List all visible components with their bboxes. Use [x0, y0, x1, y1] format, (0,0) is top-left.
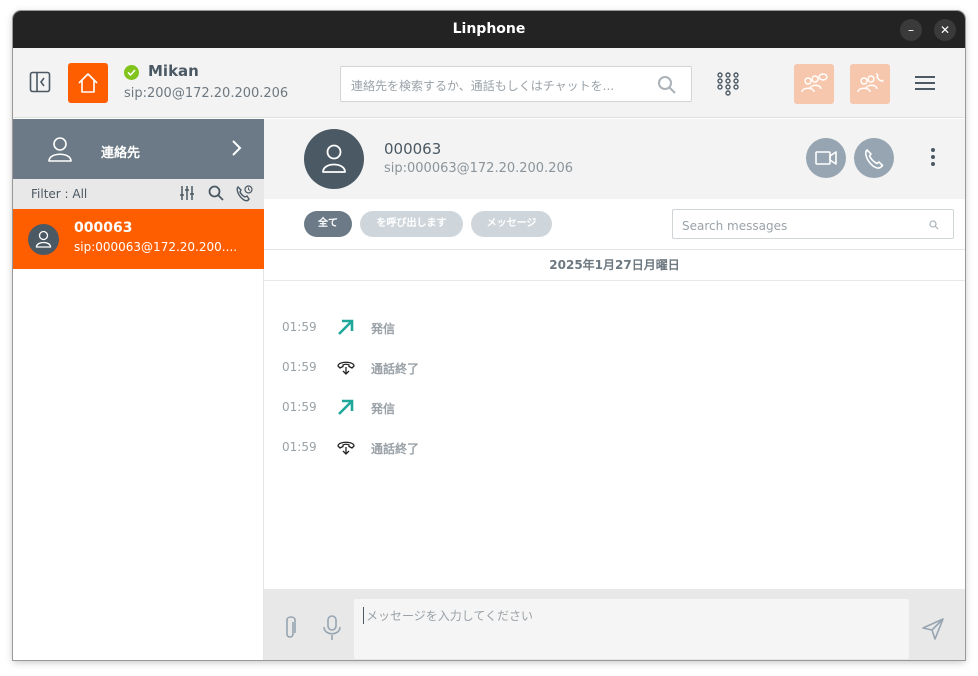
- call-event: 01:59 通話終了: [264, 435, 965, 459]
- contact-list-item[interactable]: 000063 sip:000063@172.20.200....: [13, 209, 264, 269]
- date-separator: 2025年1月27日月曜日: [264, 250, 965, 281]
- video-call-button[interactable]: [806, 138, 846, 178]
- message-input[interactable]: メッセージを入力してください: [354, 599, 909, 659]
- call-ended-icon: [337, 441, 355, 455]
- conference-call-icon: [857, 73, 884, 93]
- audio-call-button[interactable]: [854, 138, 894, 178]
- dialpad-icon[interactable]: [716, 72, 740, 96]
- filter-label[interactable]: Filter : All: [31, 187, 87, 201]
- send-icon[interactable]: [921, 617, 945, 641]
- message-placeholder: メッセージを入力してください: [363, 607, 533, 624]
- tab-calls[interactable]: を呼び出します: [360, 211, 463, 237]
- linphone-window: Linphone – ✕ Mikan sip:200@172.20.200.20…: [13, 11, 965, 660]
- title-bar: Linphone – ✕: [13, 11, 965, 48]
- conference-chat-button[interactable]: [794, 64, 834, 104]
- top-toolbar: Mikan sip:200@172.20.200.206 連絡先を検索するか、通…: [13, 48, 965, 118]
- peer-name: 000063: [384, 140, 442, 158]
- person-icon: [48, 137, 72, 162]
- left-panel: 連絡先 Filter : All 000063 sip:000063@172.2…: [13, 119, 264, 660]
- attachment-icon[interactable]: [281, 615, 299, 641]
- more-options-icon[interactable]: [931, 148, 937, 170]
- conversation-filter-tabs: 全て を呼び出します メッセージ Search messages: [264, 199, 965, 250]
- avatar: [304, 129, 364, 189]
- home-icon: [78, 73, 98, 93]
- search-icon: [658, 76, 676, 94]
- search-icon: [929, 220, 939, 230]
- tab-all[interactable]: 全て: [304, 211, 352, 237]
- search-icon[interactable]: [208, 185, 224, 201]
- event-text: 通話終了: [371, 362, 420, 376]
- call-event: 01:59 発信: [264, 395, 965, 419]
- outgoing-call-icon: [338, 399, 354, 415]
- video-camera-icon: [815, 151, 837, 165]
- event-text: 発信: [371, 322, 396, 336]
- call-event: 01:59 発信: [264, 315, 965, 339]
- account-sip-address: sip:200@172.20.200.206: [124, 86, 289, 101]
- person-icon: [322, 144, 346, 173]
- event-time: 01:59: [282, 440, 317, 454]
- conference-call-button[interactable]: [850, 64, 890, 104]
- contact-name: 000063: [74, 220, 133, 236]
- filter-settings-icon[interactable]: [179, 185, 195, 201]
- search-input[interactable]: 連絡先を検索するか、通話もしくはチャットを...: [340, 66, 692, 102]
- filter-bar: Filter : All: [13, 179, 264, 209]
- sidebar-toggle-icon[interactable]: [29, 71, 53, 95]
- message-search-placeholder: Search messages: [682, 219, 788, 233]
- microphone-icon[interactable]: [322, 615, 342, 641]
- event-text: 発信: [371, 402, 396, 416]
- message-composer: メッセージを入力してください: [264, 589, 965, 660]
- search-placeholder: 連絡先を検索するか、通話もしくはチャットを...: [351, 79, 615, 93]
- presence-status-icon: [124, 65, 139, 80]
- call-history-icon[interactable]: [235, 185, 253, 203]
- outgoing-call-icon: [338, 319, 354, 335]
- window-title: Linphone: [452, 21, 526, 37]
- phone-icon: [865, 149, 884, 169]
- account-name[interactable]: Mikan: [148, 62, 199, 80]
- contacts-button[interactable]: 連絡先: [13, 119, 264, 179]
- peer-sip-address: sip:000063@172.20.200.206: [384, 161, 574, 176]
- call-event: 01:59 通話終了: [264, 355, 965, 379]
- minimize-button[interactable]: –: [900, 19, 922, 41]
- event-text: 通話終了: [371, 442, 420, 456]
- tab-messages[interactable]: メッセージ: [471, 211, 552, 237]
- person-icon: [35, 230, 52, 248]
- conference-chat-icon: [801, 73, 828, 93]
- chevron-right-icon: [232, 140, 242, 156]
- call-ended-icon: [337, 361, 355, 375]
- contacts-label: 連絡先: [101, 146, 141, 161]
- conversation-header: 000063 sip:000063@172.20.200.206: [264, 119, 965, 199]
- conversation-view: 000063 sip:000063@172.20.200.206 全て を呼び出…: [264, 119, 965, 660]
- message-search-input[interactable]: Search messages: [672, 209, 954, 239]
- event-time: 01:59: [282, 400, 317, 414]
- avatar: [28, 224, 59, 255]
- close-button[interactable]: ✕: [934, 19, 956, 41]
- hamburger-menu-icon[interactable]: [915, 72, 937, 94]
- event-time: 01:59: [282, 320, 317, 334]
- home-button[interactable]: [68, 63, 108, 103]
- event-time: 01:59: [282, 360, 317, 374]
- contact-sip: sip:000063@172.20.200....: [74, 240, 238, 254]
